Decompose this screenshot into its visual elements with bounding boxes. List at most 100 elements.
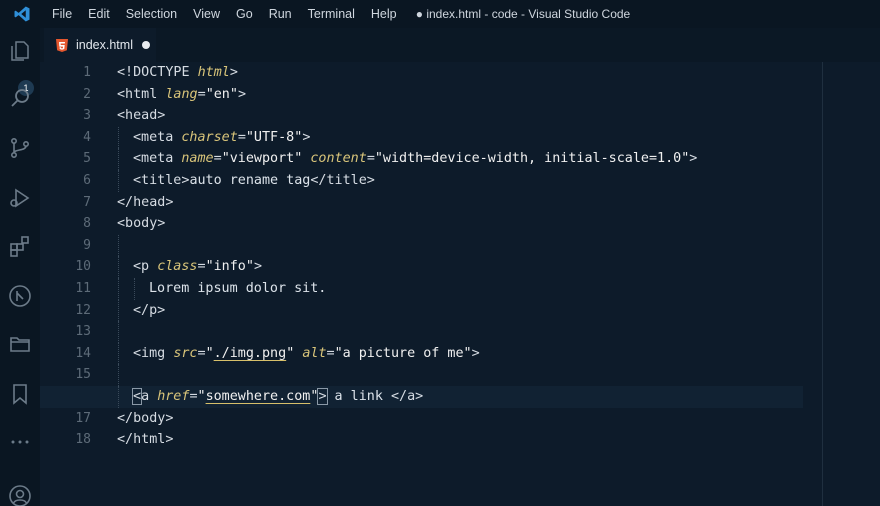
menu-run[interactable]: Run bbox=[261, 0, 300, 28]
equals-token: = bbox=[366, 151, 375, 167]
code-line-17[interactable]: </body> bbox=[117, 408, 817, 430]
code-line-6[interactable]: <title>auto rename tag</title> bbox=[117, 169, 817, 192]
line-number: 1 bbox=[83, 65, 91, 80]
menu-go[interactable]: Go bbox=[228, 0, 261, 28]
tab-index-html[interactable]: index.html bbox=[44, 28, 156, 62]
equals-token: = bbox=[213, 151, 222, 167]
tag-token: </title> bbox=[310, 172, 375, 188]
activity-bar: 1 bbox=[0, 28, 40, 506]
attr-token: name bbox=[181, 151, 214, 167]
equals-token: = bbox=[197, 345, 206, 361]
text-token: auto rename tag bbox=[189, 172, 311, 188]
tag-token: </head> bbox=[117, 194, 174, 210]
attr-token: lang bbox=[165, 86, 198, 102]
menu-terminal[interactable]: Terminal bbox=[300, 0, 363, 28]
menu-selection[interactable]: Selection bbox=[118, 0, 185, 28]
bracket-token: > bbox=[302, 129, 311, 145]
doctype-html-token: html bbox=[197, 65, 230, 80]
code-editor[interactable]: 123456789101112131415161718 <!DOCTYPE ht… bbox=[40, 62, 880, 506]
code-line-15[interactable] bbox=[117, 364, 817, 386]
quote-token: " bbox=[205, 345, 214, 361]
tag-token: a bbox=[141, 388, 150, 404]
unsaved-dot-icon[interactable] bbox=[141, 41, 150, 49]
attr-token: class bbox=[157, 259, 198, 275]
menu-bar: File Edit Selection View Go Run Terminal… bbox=[44, 0, 405, 28]
equals-token: = bbox=[189, 388, 198, 404]
equals-token: = bbox=[326, 345, 335, 361]
tag-token: <html bbox=[117, 86, 166, 102]
indent-guide bbox=[117, 342, 133, 365]
menu-file[interactable]: File bbox=[44, 0, 80, 28]
line-number: 14 bbox=[75, 345, 91, 361]
string-token: "info" bbox=[205, 259, 254, 275]
run-debug-icon[interactable] bbox=[8, 186, 32, 210]
string-token: "UTF-8" bbox=[245, 129, 303, 145]
indent-guide bbox=[117, 148, 133, 170]
equals-token: = bbox=[237, 129, 246, 145]
line-number: 5 bbox=[83, 151, 91, 167]
html5-icon bbox=[56, 38, 68, 52]
code-line-9[interactable] bbox=[117, 234, 817, 257]
line-number: 4 bbox=[83, 129, 91, 145]
menu-edit[interactable]: Edit bbox=[80, 0, 118, 28]
line-number: 2 bbox=[83, 86, 91, 102]
git-graph-icon[interactable] bbox=[8, 284, 32, 308]
tag-token: <title> bbox=[133, 172, 190, 188]
indent-guide bbox=[117, 364, 133, 386]
code-line-4[interactable]: <meta charset="UTF-8"> bbox=[117, 126, 817, 149]
code-line-1[interactable]: <!DOCTYPE html> bbox=[117, 62, 817, 84]
indent-guide bbox=[133, 277, 149, 300]
account-icon[interactable] bbox=[8, 484, 32, 506]
doctype-token: <!DOCTYPE bbox=[117, 65, 198, 80]
code-line-5[interactable]: <meta name="viewport" content="width=dev… bbox=[117, 148, 817, 170]
line-number: 3 bbox=[83, 108, 91, 124]
code-line-16[interactable]: <a href="somewhere.com"> a link </a> bbox=[40, 385, 803, 408]
folder-icon[interactable] bbox=[8, 332, 32, 356]
menu-view[interactable]: View bbox=[185, 0, 228, 28]
text-token: Lorem ipsum dolor sit. bbox=[149, 280, 327, 296]
line-number: 13 bbox=[75, 324, 91, 340]
string-token: "viewport" bbox=[221, 151, 303, 167]
line-number: 10 bbox=[75, 259, 91, 275]
code-line-10[interactable]: <p class="info"> bbox=[117, 256, 817, 278]
code-line-12[interactable]: </p> bbox=[117, 299, 817, 322]
line-number: 11 bbox=[75, 280, 91, 296]
bracket-token: > bbox=[471, 345, 480, 361]
bracket-token: > bbox=[689, 151, 698, 167]
code-line-13[interactable] bbox=[117, 321, 817, 343]
link-token[interactable]: ./img.png bbox=[214, 346, 287, 361]
quote-token: " bbox=[197, 388, 206, 404]
bookmark-icon[interactable] bbox=[8, 382, 32, 406]
indent-guide bbox=[117, 321, 133, 343]
code-line-14[interactable]: <img src="./img.png" alt="a picture of m… bbox=[117, 342, 817, 365]
extensions-icon[interactable] bbox=[8, 234, 32, 258]
tag-token: <head> bbox=[117, 108, 166, 124]
line-number: 7 bbox=[83, 194, 91, 210]
menu-help[interactable]: Help bbox=[363, 0, 405, 28]
string-token: "a picture of me" bbox=[334, 345, 472, 361]
source-control-icon[interactable] bbox=[8, 136, 32, 160]
explorer-icon[interactable] bbox=[8, 38, 32, 62]
code-line-3[interactable]: <head> bbox=[117, 105, 817, 127]
editor-ruler bbox=[822, 62, 823, 506]
indent-guide bbox=[117, 126, 133, 149]
indent-guide bbox=[117, 385, 133, 408]
code-line-8[interactable]: <body> bbox=[117, 213, 817, 235]
line-number: 15 bbox=[75, 367, 91, 383]
title-bar: File Edit Selection View Go Run Terminal… bbox=[0, 0, 880, 28]
link-token[interactable]: somewhere.com bbox=[206, 389, 311, 404]
equals-token: = bbox=[197, 86, 206, 102]
code-line-18[interactable]: </html> bbox=[117, 429, 817, 451]
indent-guide bbox=[117, 277, 133, 300]
tag-token: <p bbox=[133, 259, 158, 275]
code-line-2[interactable]: <html lang="en"> bbox=[117, 84, 817, 106]
text-token: a link bbox=[326, 388, 391, 404]
search-icon[interactable] bbox=[8, 86, 32, 110]
code-line-7[interactable]: </head> bbox=[117, 192, 817, 214]
more-icon[interactable] bbox=[8, 430, 32, 454]
code-area[interactable]: <!DOCTYPE html> <html lang="en"> <head> … bbox=[40, 62, 817, 451]
code-line-11[interactable]: Lorem ipsum dolor sit. bbox=[117, 277, 817, 300]
tag-token: <meta bbox=[133, 129, 182, 145]
equals-token: = bbox=[197, 259, 206, 275]
